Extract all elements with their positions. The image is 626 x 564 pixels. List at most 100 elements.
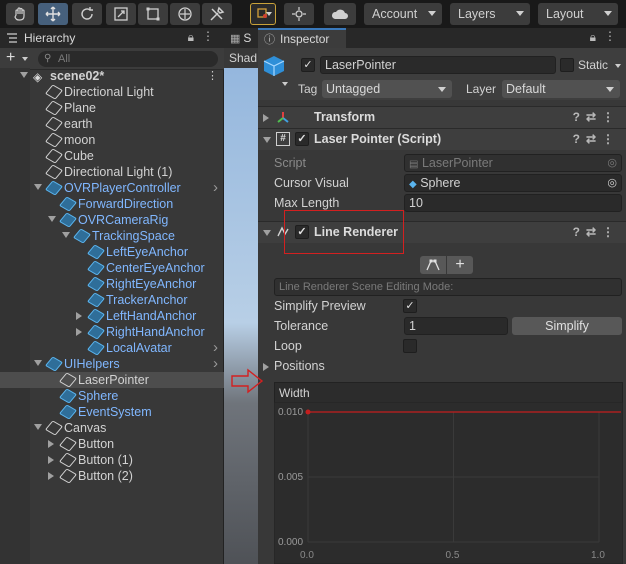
lock-icon[interactable]: 🔒︎ (188, 30, 194, 45)
create-plus-icon[interactable]: + (6, 49, 15, 67)
hand-tool-button[interactable] (6, 3, 34, 25)
hierarchy-row[interactable]: OVRPlayerController › (0, 180, 224, 196)
tab-hierarchy[interactable]: Hierarchy 🔒︎ ⋮ (0, 28, 224, 48)
expand-arrow-icon[interactable] (76, 312, 82, 320)
pivot-tool-button[interactable] (250, 3, 276, 25)
expand-arrow-icon[interactable] (263, 114, 269, 122)
layers-label: Layers (458, 7, 496, 21)
hierarchy-row[interactable]: Directional Light (1) (0, 164, 224, 180)
hierarchy-row[interactable]: Directional Light (0, 84, 224, 100)
more-options-icon[interactable]: ⋮ (202, 29, 214, 43)
chevron-down-icon[interactable] (22, 57, 28, 61)
hierarchy-row[interactable]: OVRCameraRig (0, 212, 224, 228)
shading-mode-label[interactable]: Shad (229, 51, 257, 65)
collapse-arrow-icon[interactable] (263, 230, 271, 236)
hierarchy-row[interactable]: Canvas (0, 420, 224, 436)
collapse-arrow-icon[interactable] (34, 424, 42, 430)
expand-arrow-icon[interactable] (48, 472, 54, 480)
more-options-icon[interactable]: ⋮ (604, 29, 616, 43)
hierarchy-row[interactable]: LaserPointer (0, 372, 224, 388)
edit-points-button[interactable] (420, 256, 446, 274)
hierarchy-row[interactable]: Button (2) (0, 468, 224, 484)
transform-component-header[interactable]: Transform ?⇄⋮ (258, 106, 626, 128)
simplify-button[interactable]: Simplify (512, 317, 622, 335)
collapse-arrow-icon[interactable] (263, 137, 271, 143)
max-length-field[interactable]: 10 (404, 194, 622, 212)
hierarchy-row[interactable]: RightEyeAnchor (0, 276, 224, 292)
tolerance-field[interactable]: 1 (404, 317, 508, 335)
hierarchy-row[interactable]: UIHelpers › (0, 356, 224, 372)
collapse-arrow-icon[interactable] (48, 216, 56, 222)
move-tool-button[interactable] (38, 3, 68, 25)
hierarchy-row[interactable]: Button (0, 436, 224, 452)
static-checkbox[interactable] (560, 58, 574, 72)
cursor-visual-field[interactable]: ◆ Sphere ◎ (404, 174, 622, 192)
expand-arrow-icon[interactable] (48, 440, 54, 448)
hierarchy-row[interactable]: ForwardDirection (0, 196, 224, 212)
prefab-open-chevron-icon[interactable]: › (213, 180, 218, 196)
tab-inspector[interactable]: ⓘ Inspector (258, 28, 346, 48)
more-options-icon[interactable]: ⋮ (602, 110, 620, 124)
hierarchy-row[interactable]: Cube (0, 148, 224, 164)
hierarchy-row[interactable]: TrackerAnchor (0, 292, 224, 308)
hierarchy-search-input[interactable]: ⚲ All (38, 51, 218, 67)
chevron-down-icon[interactable] (282, 82, 288, 86)
layout-dropdown[interactable]: Layout (538, 3, 618, 25)
account-dropdown[interactable]: Account (364, 3, 442, 25)
laserpointer-enabled-checkbox[interactable]: ✓ (295, 132, 309, 146)
simplify-preview-checkbox[interactable]: ✓ (403, 299, 417, 313)
collapse-arrow-icon[interactable] (20, 72, 28, 78)
create-points-button[interactable]: + (447, 256, 473, 274)
hierarchy-row[interactable]: CenterEyeAnchor (0, 260, 224, 276)
positions-label[interactable]: Positions (274, 359, 325, 373)
prefab-open-chevron-icon[interactable]: › (213, 340, 218, 356)
collapse-arrow-icon[interactable] (62, 232, 70, 238)
width-curve-chart[interactable]: 0.0 0.5 1.0 0.010 0.005 0.000 (274, 402, 623, 564)
hierarchy-row[interactable]: moon (0, 132, 224, 148)
object-name-field[interactable]: LaserPointer (320, 56, 556, 74)
scale-tool-button[interactable] (106, 3, 136, 25)
collapse-arrow-icon[interactable] (34, 184, 42, 190)
hierarchy-row[interactable]: TrackingSpace (0, 228, 224, 244)
expand-arrow-icon[interactable] (76, 328, 82, 336)
preset-icon[interactable]: ⇄ (586, 225, 602, 239)
expand-arrow-icon[interactable] (48, 456, 54, 464)
cloud-button[interactable] (324, 3, 356, 25)
hierarchy-row[interactable]: Sphere (0, 388, 224, 404)
scene-view[interactable]: ▦ S Shad (224, 28, 258, 564)
custom-tools-button[interactable] (202, 3, 232, 25)
hierarchy-row[interactable]: earth (0, 116, 224, 132)
hierarchy-row[interactable]: EventSystem (0, 404, 224, 420)
loop-checkbox[interactable] (403, 339, 417, 353)
help-icon[interactable]: ? (573, 225, 586, 239)
hierarchy-row[interactable]: RightHandAnchor (0, 324, 224, 340)
grid-snapping-button[interactable] (284, 3, 314, 25)
more-options-icon[interactable]: ⋮ (602, 225, 620, 239)
tab-scene[interactable]: ▦ S (224, 28, 258, 48)
rect-tool-button[interactable] (138, 3, 168, 25)
more-options-icon[interactable]: ⋮ (207, 68, 218, 84)
chevron-down-icon[interactable] (615, 64, 621, 68)
object-picker-icon[interactable]: ◎ (607, 175, 617, 191)
layers-dropdown[interactable]: Layers (450, 3, 530, 25)
transform-tool-button[interactable] (170, 3, 200, 25)
laserpointer-component-header[interactable]: # ✓ Laser Pointer (Script) ?⇄⋮ (258, 128, 626, 150)
hierarchy-row[interactable]: Button (1) (0, 452, 224, 468)
hierarchy-row[interactable]: LocalAvatar › (0, 340, 224, 356)
hierarchy-row[interactable]: LeftEyeAnchor (0, 244, 224, 260)
hierarchy-row[interactable]: LeftHandAnchor (0, 308, 224, 324)
preset-icon[interactable]: ⇄ (586, 132, 602, 146)
lock-icon[interactable]: 🔒︎ (590, 30, 596, 45)
preset-icon[interactable]: ⇄ (586, 110, 602, 124)
prefab-open-chevron-icon[interactable]: › (213, 356, 218, 372)
hierarchy-row[interactable]: Plane (0, 100, 224, 116)
layer-dropdown[interactable]: Default (502, 80, 620, 98)
rotate-tool-button[interactable] (72, 3, 102, 25)
hierarchy-row[interactable]: ◈ scene02* ⋮ (0, 68, 224, 84)
active-checkbox[interactable]: ✓ (301, 58, 315, 72)
help-icon[interactable]: ? (573, 110, 586, 124)
tag-dropdown[interactable]: Untagged (322, 80, 452, 98)
collapse-arrow-icon[interactable] (34, 360, 42, 366)
help-icon[interactable]: ? (573, 132, 586, 146)
more-options-icon[interactable]: ⋮ (602, 132, 620, 146)
